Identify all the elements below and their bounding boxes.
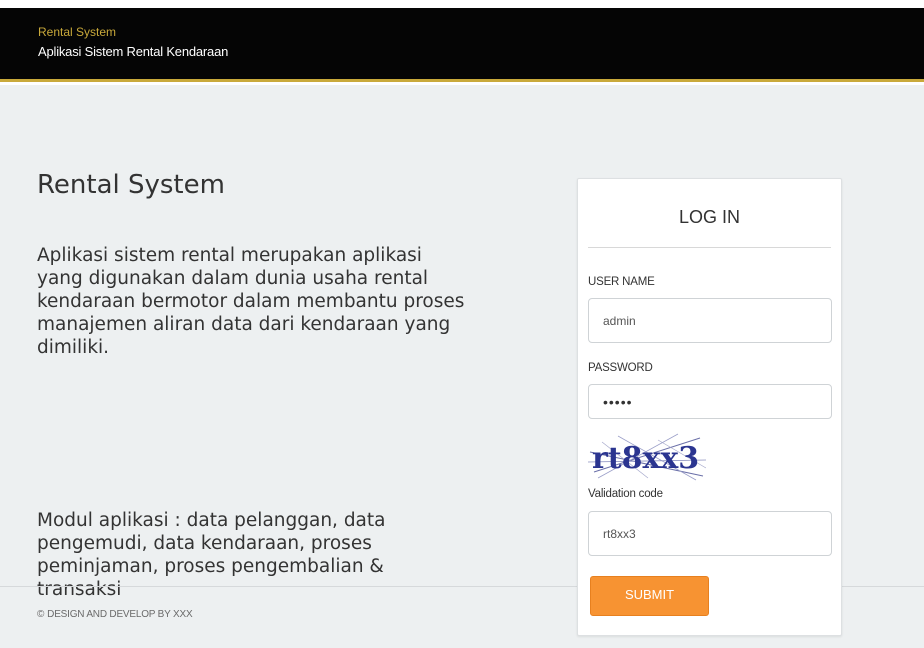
top-header: Rental System Aplikasi Sistem Rental Ken… [0,8,924,82]
validation-value: rt8xx3 [603,526,636,541]
validation-input[interactable]: rt8xx3 [588,511,832,556]
username-label: USER NAME [588,276,655,288]
page-heading: Rental System [37,170,225,200]
validation-label: Validation code [588,488,663,500]
brand-title: Aplikasi Sistem Rental Kendaraan [38,44,229,59]
brand-name[interactable]: Rental System [38,25,116,39]
app-description: Aplikasi sistem rental merupakan aplikas… [37,245,465,358]
submit-label: SUBMIT [624,587,675,602]
footer-credit-text: DESIGN AND DEVELOP BY XXX [47,609,193,620]
footer-credit: © DESIGN AND DEVELOP BY XXX [37,609,193,620]
captcha-image: rt8xx3 [588,433,706,481]
login-divider [588,247,831,248]
password-input[interactable]: ••••• [588,384,832,419]
login-panel: LOG IN USER NAME admin PASSWORD ••••• rt… [577,178,842,636]
login-title: LOG IN [678,207,740,227]
username-input[interactable]: admin [588,298,832,343]
captcha-text: rt8xx3 [592,441,699,476]
password-value: ••••• [603,393,633,410]
module-list: Modul aplikasi : data pelanggan, data pe… [37,510,386,600]
password-label: PASSWORD [588,362,653,374]
submit-button[interactable]: SUBMIT [590,576,709,616]
username-value: admin [603,313,636,328]
copyright-icon: © [37,609,45,620]
